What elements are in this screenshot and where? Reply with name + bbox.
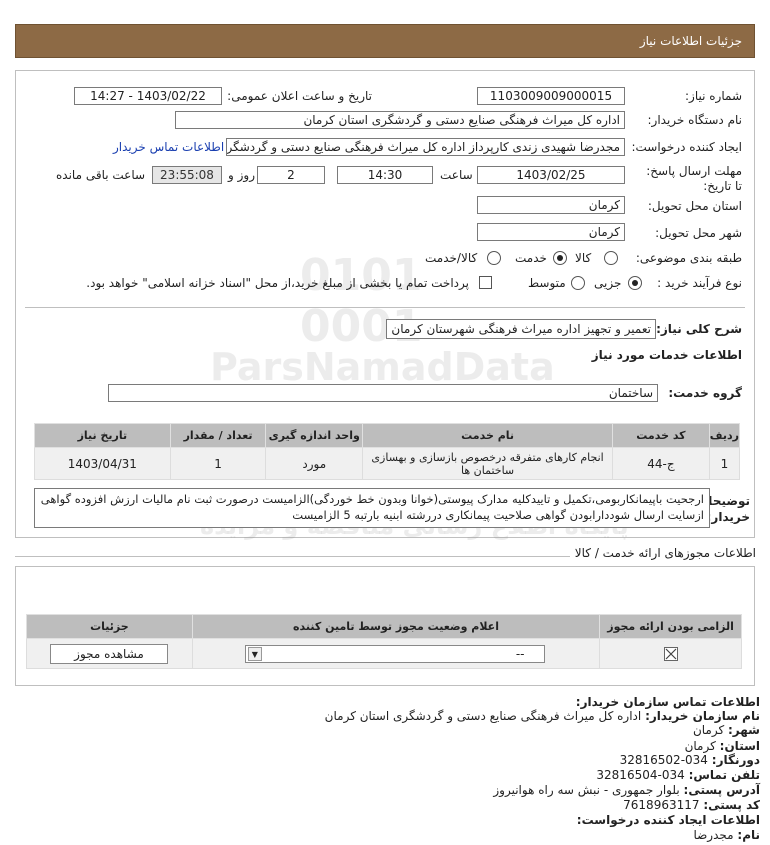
contact-title: اطلاعات تماس سازمان خریدار: <box>575 695 760 709</box>
deadline-time-label: ساعت <box>440 168 473 182</box>
category-radio-goods-service[interactable] <box>487 251 501 265</box>
view-permit-button[interactable]: مشاهده مجوز <box>50 644 168 664</box>
col-service-name: نام خدمت <box>362 423 614 448</box>
summary-label: شرح کلی نیاز: <box>656 322 742 336</box>
cell-permit-required <box>599 638 742 669</box>
services-table: ردیف کد خدمت نام خدمت واحد اندازه گیری ت… <box>34 423 741 480</box>
creator-name: نام: مجدرضا <box>693 828 760 842</box>
buyer-label: نام دستگاه خریدار: <box>647 113 743 127</box>
process-option-minor: جزیی <box>594 276 622 290</box>
delivery-city-field: کرمان <box>477 223 625 241</box>
col-row: ردیف <box>708 423 741 448</box>
permit-status-select[interactable]: -- ▼ <box>244 645 545 663</box>
treasury-payment-checkbox[interactable] <box>479 276 492 289</box>
col-service-code: کد خدمت <box>612 423 710 448</box>
deadline-label: مهلت ارسال پاسخ: تا تاریخ: <box>646 164 742 193</box>
deadline-date-field: 1403/02/25 <box>477 166 625 184</box>
cell-unit: مورد <box>265 447 364 480</box>
cell-service-name: انجام کارهای متفرقه درخصوص بازسازی و بهس… <box>362 447 614 480</box>
table-row: -- ▼ مشاهده مجوز <box>26 638 742 669</box>
permit-status-value: -- <box>515 647 525 661</box>
creator-info-title: اطلاعات ایجاد کننده درخواست: <box>576 813 760 827</box>
cell-permit-details: مشاهده مجوز <box>26 638 193 669</box>
delivery-city-label: شهر محل تحویل: <box>655 226 742 240</box>
permits-section-title: اطلاعات مجوزهای ارائه خدمت / کالا <box>574 546 756 560</box>
category-radio-service[interactable] <box>553 251 567 265</box>
days-label: روز و <box>228 168 255 182</box>
col-permit-status: اعلام وضعیت مجوز توسط تامین کننده <box>191 614 601 639</box>
contact-address: آدرس پستی: بلوار جمهوری - نبش سه راه هوا… <box>493 783 760 797</box>
buyer-field: اداره کل میراث فرهنگی صنایع دستی و گردشگ… <box>175 111 625 129</box>
payment-note: پرداخت تمام یا بخشی از مبلغ خرید،از محل … <box>86 276 469 290</box>
col-permit-details: جزئیات <box>26 614 193 639</box>
announce-label: تاریخ و ساعت اعلان عمومی: <box>227 89 372 103</box>
contact-city: شهر: کرمان <box>692 723 760 737</box>
services-table-header: ردیف کد خدمت نام خدمت واحد اندازه گیری ت… <box>34 423 741 448</box>
creator-field: مجدرضا شهیدی زندی کارپرداز اداره کل میرا… <box>226 138 625 156</box>
dropdown-arrow-icon[interactable]: ▼ <box>247 647 262 661</box>
contact-postal-code: کد پستی: 7618963117 <box>623 798 760 812</box>
cell-permit-status: -- ▼ <box>191 638 601 669</box>
col-quantity: تعداد / مقدار <box>169 423 267 448</box>
process-label: نوع فرآیند خرید : <box>657 276 742 290</box>
category-label: طبقه بندی موضوعی: <box>635 251 742 265</box>
remaining-label: ساعت باقی مانده <box>56 168 146 182</box>
buyer-contact-link[interactable]: اطلاعات تماس خریدار <box>113 140 224 154</box>
page-title: جزئیات اطلاعات نیاز <box>639 34 742 48</box>
contact-province: استان: کرمان <box>684 739 760 753</box>
col-unit: واحد اندازه گیری <box>265 423 364 448</box>
deadline-time-field: 14:30 <box>337 166 433 184</box>
permit-required-checkbox <box>663 646 678 661</box>
cell-need-date: 1403/04/31 <box>34 447 171 480</box>
permits-divider <box>15 556 570 557</box>
table-row: 1 ج-44 انجام کارهای متفرقه درخصوص بازساز… <box>34 447 741 480</box>
permits-table-header: الزامی بودن ارائه مجوز اعلام وضعیت مجوز … <box>26 614 742 639</box>
process-radio-minor[interactable] <box>628 276 642 290</box>
creator-label: ایجاد کننده درخواست: <box>631 140 742 154</box>
days-field: 2 <box>257 166 325 184</box>
cell-row: 1 <box>708 447 741 480</box>
service-group-field: ساختمان <box>108 384 658 402</box>
need-number-label: شماره نیاز: <box>685 89 742 103</box>
need-number-field: 1103009009000015 <box>477 87 625 105</box>
cross-mark-icon <box>665 648 677 660</box>
service-group-label: گروه خدمت: <box>668 386 742 400</box>
contact-org: نام سازمان خریدار: اداره کل میراث فرهنگی… <box>324 709 760 723</box>
delivery-province-label: استان محل تحویل: <box>647 199 742 213</box>
remaining-time-field: 23:55:08 <box>152 166 222 184</box>
cell-quantity: 1 <box>169 447 267 480</box>
category-radio-goods[interactable] <box>604 251 618 265</box>
contact-fax: دورنگار: 034-32816502 <box>619 753 760 767</box>
col-need-date: تاریخ نیاز <box>34 423 171 448</box>
process-radio-medium[interactable] <box>571 276 585 290</box>
summary-field: تعمیر و تجهیز اداره میراث فرهنگی شهرستان… <box>386 319 656 339</box>
page-header: جزئیات اطلاعات نیاز <box>15 24 755 58</box>
buyer-notes-field: ارجحیت باپیمانکاربومی،تکمیل و تاییدکلیه … <box>34 488 710 528</box>
contact-phone: تلفن تماس: 034-32816504 <box>596 768 760 782</box>
buyer-contact-section: اطلاعات تماس سازمان خریدار: نام سازمان خ… <box>0 695 770 845</box>
category-option-service: خدمت <box>515 251 547 265</box>
permits-table: الزامی بودن ارائه مجوز اعلام وضعیت مجوز … <box>26 614 742 669</box>
services-section-title: اطلاعات خدمات مورد نیاز <box>591 348 742 362</box>
delivery-province-field: کرمان <box>477 196 625 214</box>
section-divider <box>25 307 745 308</box>
process-option-medium: متوسط <box>528 276 566 290</box>
announce-field: 1403/02/22 - 14:27 <box>74 87 222 105</box>
category-option-goods: کالا <box>575 251 592 265</box>
col-permit-required: الزامی بودن ارائه مجوز <box>599 614 742 639</box>
category-option-goods-service: کالا/خدمت <box>425 251 478 265</box>
cell-service-code: ج-44 <box>612 447 710 480</box>
